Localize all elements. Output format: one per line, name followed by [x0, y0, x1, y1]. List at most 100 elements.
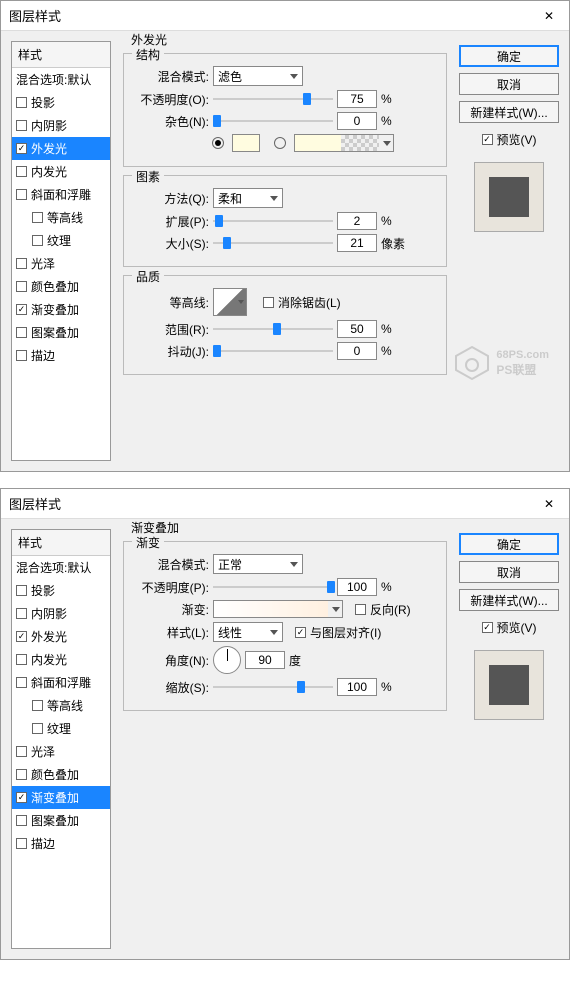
- new-style-button[interactable]: 新建样式(W)...: [459, 589, 559, 611]
- sidebar-item-texture[interactable]: 纹理: [12, 229, 110, 252]
- dialog-title: 图层样式: [9, 494, 529, 513]
- ok-button[interactable]: 确定: [459, 533, 559, 555]
- sidebar-item-pattern-overlay[interactable]: 图案叠加: [12, 809, 110, 832]
- spread-slider[interactable]: [213, 214, 333, 228]
- checkbox[interactable]: [16, 608, 27, 619]
- contour-picker[interactable]: [213, 288, 247, 316]
- sidebar-item-bevel[interactable]: 斜面和浮雕: [12, 671, 110, 694]
- sidebar-item-satin[interactable]: 光泽: [12, 740, 110, 763]
- checkbox[interactable]: [16, 327, 27, 338]
- method-select[interactable]: 柔和: [213, 188, 283, 208]
- angle-input[interactable]: 90: [245, 651, 285, 669]
- glow-gradient-picker[interactable]: [294, 134, 394, 152]
- checkbox[interactable]: [16, 166, 27, 177]
- range-slider[interactable]: [213, 322, 333, 336]
- checkbox[interactable]: [16, 143, 27, 154]
- sidebar-item-inner-glow[interactable]: 内发光: [12, 648, 110, 671]
- checkbox[interactable]: [16, 258, 27, 269]
- noise-slider[interactable]: [213, 114, 333, 128]
- settings-panel: 渐变叠加 渐变 混合模式: 正常 不透明度(P): 100 % 渐变:: [119, 529, 451, 949]
- structure-group: 结构 混合模式: 滤色 不透明度(O): 75 % 杂色(N): 0 %: [123, 53, 447, 167]
- close-button[interactable]: ✕: [529, 489, 569, 519]
- scale-slider[interactable]: [213, 680, 333, 694]
- preview-swatch: [474, 162, 544, 232]
- opacity-slider[interactable]: [213, 92, 333, 106]
- reverse-checkbox[interactable]: [355, 604, 366, 615]
- opacity-input[interactable]: 100: [337, 578, 377, 596]
- checkbox[interactable]: [16, 350, 27, 361]
- noise-label: 杂色(N):: [134, 113, 209, 130]
- sidebar-item-gradient-overlay[interactable]: 渐变叠加: [12, 298, 110, 321]
- sidebar-item-contour[interactable]: 等高线: [12, 694, 110, 717]
- sidebar-item-inner-shadow[interactable]: 内阴影: [12, 602, 110, 625]
- ok-button[interactable]: 确定: [459, 45, 559, 67]
- checkbox[interactable]: [32, 212, 43, 223]
- preview-checkbox[interactable]: [482, 134, 493, 145]
- checkbox[interactable]: [32, 235, 43, 246]
- checkbox[interactable]: [16, 631, 27, 642]
- blend-mode-select[interactable]: 正常: [213, 554, 303, 574]
- sidebar-item-pattern-overlay[interactable]: 图案叠加: [12, 321, 110, 344]
- checkbox[interactable]: [16, 654, 27, 665]
- blend-options-default[interactable]: 混合选项:默认: [12, 556, 110, 579]
- style-select[interactable]: 线性: [213, 622, 283, 642]
- sidebar-item-outer-glow[interactable]: 外发光: [12, 137, 110, 160]
- cancel-button[interactable]: 取消: [459, 561, 559, 583]
- cancel-button[interactable]: 取消: [459, 73, 559, 95]
- sidebar-item-bevel[interactable]: 斜面和浮雕: [12, 183, 110, 206]
- preview-checkbox[interactable]: [482, 622, 493, 633]
- sidebar-item-drop-shadow[interactable]: 投影: [12, 579, 110, 602]
- sidebar-item-color-overlay[interactable]: 颜色叠加: [12, 763, 110, 786]
- checkbox[interactable]: [16, 792, 27, 803]
- checkbox[interactable]: [32, 723, 43, 734]
- checkbox[interactable]: [16, 189, 27, 200]
- checkbox[interactable]: [16, 120, 27, 131]
- checkbox[interactable]: [16, 769, 27, 780]
- checkbox[interactable]: [16, 304, 27, 315]
- checkbox[interactable]: [16, 838, 27, 849]
- sidebar-item-inner-shadow[interactable]: 内阴影: [12, 114, 110, 137]
- checkbox[interactable]: [16, 815, 27, 826]
- size-slider[interactable]: [213, 236, 333, 250]
- checkbox[interactable]: [16, 281, 27, 292]
- sidebar-item-texture[interactable]: 纹理: [12, 717, 110, 740]
- preview-label: 预览(V): [497, 619, 537, 636]
- blend-mode-select[interactable]: 滤色: [213, 66, 303, 86]
- sidebar-item-stroke[interactable]: 描边: [12, 832, 110, 855]
- opacity-slider[interactable]: [213, 580, 333, 594]
- sidebar-item-gradient-overlay[interactable]: 渐变叠加: [12, 786, 110, 809]
- blend-options-default[interactable]: 混合选项:默认: [12, 68, 110, 91]
- jitter-input[interactable]: 0: [337, 342, 377, 360]
- color-radio[interactable]: [212, 137, 224, 149]
- scale-input[interactable]: 100: [337, 678, 377, 696]
- range-input[interactable]: 50: [337, 320, 377, 338]
- jitter-slider[interactable]: [213, 344, 333, 358]
- checkbox[interactable]: [16, 677, 27, 688]
- checkbox[interactable]: [16, 746, 27, 757]
- new-style-button[interactable]: 新建样式(W)...: [459, 101, 559, 123]
- checkbox[interactable]: [16, 585, 27, 596]
- align-checkbox[interactable]: [295, 627, 306, 638]
- sidebar-item-drop-shadow[interactable]: 投影: [12, 91, 110, 114]
- noise-input[interactable]: 0: [337, 112, 377, 130]
- checkbox[interactable]: [16, 97, 27, 108]
- antialias-checkbox[interactable]: [263, 297, 274, 308]
- sidebar-item-outer-glow[interactable]: 外发光: [12, 625, 110, 648]
- gradient-picker[interactable]: [213, 600, 343, 618]
- sidebar-item-satin[interactable]: 光泽: [12, 252, 110, 275]
- checkbox[interactable]: [32, 700, 43, 711]
- glow-color-swatch[interactable]: [232, 134, 260, 152]
- spread-input[interactable]: 2: [337, 212, 377, 230]
- angle-dial[interactable]: [213, 646, 241, 674]
- style-list-header: 样式: [12, 530, 110, 556]
- opacity-input[interactable]: 75: [337, 90, 377, 108]
- opacity-label: 不透明度(P):: [134, 579, 209, 596]
- sidebar-item-inner-glow[interactable]: 内发光: [12, 160, 110, 183]
- sidebar-item-color-overlay[interactable]: 颜色叠加: [12, 275, 110, 298]
- gradient-radio[interactable]: [274, 137, 286, 149]
- size-input[interactable]: 21: [337, 234, 377, 252]
- sidebar-item-stroke[interactable]: 描边: [12, 344, 110, 367]
- close-button[interactable]: ✕: [529, 1, 569, 31]
- sidebar-item-contour[interactable]: 等高线: [12, 206, 110, 229]
- reverse-label: 反向(R): [370, 601, 411, 618]
